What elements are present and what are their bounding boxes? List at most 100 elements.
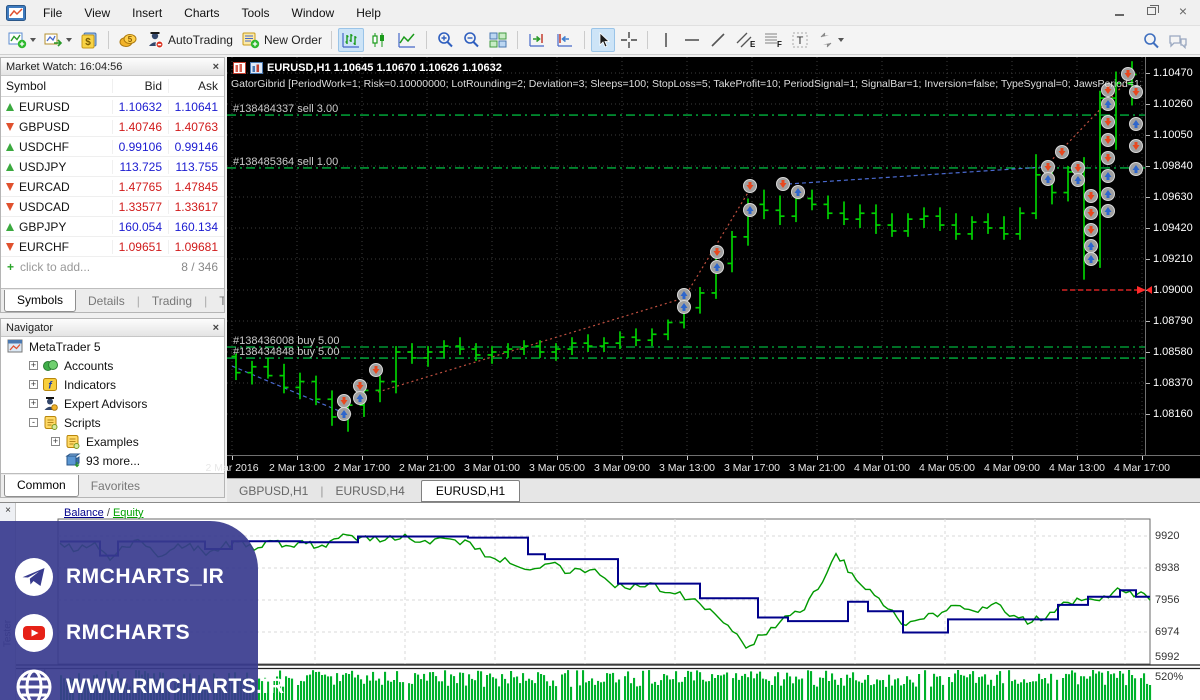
- text-tool-icon: T: [791, 31, 809, 49]
- symbol-cell: USDJPY: [1, 160, 112, 174]
- market-watch-row-usdcad[interactable]: USDCAD1.335771.33617: [1, 197, 224, 217]
- menu-tools[interactable]: Tools: [231, 2, 281, 24]
- more-icon: [64, 453, 81, 468]
- profiles-button[interactable]: [41, 28, 75, 52]
- minimize-button[interactable]: [1106, 2, 1132, 20]
- add-symbol-row[interactable]: + click to add... 8 / 346: [1, 257, 224, 277]
- market-watch-close-icon[interactable]: ×: [213, 61, 219, 73]
- search-button[interactable]: [1139, 29, 1163, 53]
- navigator-item-scripts[interactable]: -Scripts: [1, 413, 224, 432]
- market-watch-row-eurcad[interactable]: EURCAD1.477651.47845: [1, 177, 224, 197]
- chart-tab-gbpusd-h1[interactable]: GBPUSD,H1: [227, 481, 320, 501]
- chart-header: EURUSD,H1 1.10645 1.10670 1.10626 1.1063…: [233, 62, 502, 74]
- cursor-button[interactable]: [591, 28, 615, 52]
- menu-help[interactable]: Help: [345, 2, 392, 24]
- navigator-item-expert-advisors[interactable]: +Expert Advisors: [1, 394, 224, 413]
- price-chart-canvas[interactable]: #138484337 sell 3.00#138485364 sell 1.00…: [227, 57, 1145, 455]
- arrows-tool-button[interactable]: [814, 28, 847, 52]
- text-tool-button[interactable]: T: [788, 28, 812, 52]
- trade-marker: [744, 180, 757, 193]
- auto-scroll-button[interactable]: [552, 28, 578, 52]
- chart-window-icon[interactable]: [233, 62, 246, 74]
- column-bid[interactable]: Bid: [112, 79, 168, 93]
- profiles-icon: [44, 31, 63, 49]
- chart-title-ohlc: EURUSD,H1 1.10645 1.10670 1.10626 1.1063…: [267, 62, 502, 74]
- legend-equity[interactable]: Equity: [113, 507, 144, 519]
- time-axis-label: 3 Mar 17:00: [724, 462, 780, 474]
- chart-tab-eurusd-h1[interactable]: EURUSD,H1: [421, 480, 520, 502]
- menu-view[interactable]: View: [73, 2, 121, 24]
- menu-window[interactable]: Window: [281, 2, 346, 24]
- history-coins-button[interactable]: 5: [115, 28, 141, 52]
- market-watch-row-gbpjpy[interactable]: GBPJPY160.054160.134: [1, 217, 224, 237]
- price-up-arrow-icon: [6, 143, 14, 151]
- autotrading-button[interactable]: AutoTrading: [143, 28, 236, 52]
- market-watch-titlebar[interactable]: Market Watch: 16:04:56 ×: [1, 58, 224, 76]
- line-chart-button[interactable]: [394, 28, 420, 52]
- fibonacci-icon: F: [763, 31, 783, 49]
- price-tick: [1146, 414, 1150, 415]
- legend-balance[interactable]: Balance: [64, 507, 104, 519]
- bar-chart-button[interactable]: [338, 28, 364, 52]
- chat-button[interactable]: [1165, 29, 1191, 53]
- navigator-titlebar[interactable]: Navigator ×: [1, 319, 224, 337]
- restore-button[interactable]: [1138, 2, 1164, 20]
- tab-details[interactable]: Details: [76, 291, 137, 312]
- time-tick: [297, 456, 298, 460]
- zoom-out-button[interactable]: [459, 28, 483, 52]
- candlestick-chart-button[interactable]: [366, 28, 392, 52]
- market-watch-row-gbpusd[interactable]: GBPUSD1.407461.40763: [1, 117, 224, 137]
- market-watch-row-usdchf[interactable]: USDCHF0.991060.99146: [1, 137, 224, 157]
- new-chart-button[interactable]: [5, 28, 39, 52]
- legend-separator: /: [104, 507, 113, 519]
- ask-value: 1.47845: [168, 180, 224, 194]
- navigator-close-icon[interactable]: ×: [213, 322, 219, 334]
- time-axis[interactable]: 2 Mar 20162 Mar 13:002 Mar 17:002 Mar 21…: [227, 455, 1200, 478]
- market-watch-row-eurusd[interactable]: EURUSD1.106321.10641: [1, 97, 224, 117]
- navigator-item-metatrader-5[interactable]: MetaTrader 5: [1, 337, 224, 356]
- price-axis[interactable]: 1.104701.102601.100501.098401.096301.094…: [1145, 57, 1200, 455]
- vertical-line-button[interactable]: [654, 28, 678, 52]
- tile-windows-button[interactable]: [485, 28, 511, 52]
- add-symbol-label: click to add...: [20, 260, 90, 274]
- shift-end-button[interactable]: [524, 28, 550, 52]
- tab-favorites[interactable]: Favorites: [79, 476, 152, 497]
- time-tick: [687, 456, 688, 460]
- tab-symbols[interactable]: Symbols: [4, 290, 76, 312]
- tab-tick[interactable]: Tick: [207, 291, 224, 312]
- price-tick: [1146, 352, 1150, 353]
- market-watch-row-eurchf[interactable]: EURCHF1.096511.09681: [1, 237, 224, 257]
- zoom-in-button[interactable]: [433, 28, 457, 52]
- price-down-arrow-icon: [6, 243, 14, 251]
- menu-charts[interactable]: Charts: [173, 2, 230, 24]
- navigator-item-accounts[interactable]: +Accounts: [1, 356, 224, 375]
- equidistant-channel-button[interactable]: E: [732, 28, 758, 52]
- menu-insert[interactable]: Insert: [121, 2, 173, 24]
- market-watch-row-usdjpy[interactable]: USDJPY113.725113.755: [1, 157, 224, 177]
- close-button[interactable]: ×: [1170, 2, 1196, 20]
- tree-expander-icon[interactable]: -: [29, 418, 38, 427]
- tree-expander-icon[interactable]: +: [29, 380, 38, 389]
- tester-close-icon[interactable]: ×: [2, 505, 14, 517]
- tree-expander-icon[interactable]: +: [29, 399, 38, 408]
- new-order-button[interactable]: New Order: [238, 28, 325, 52]
- tab-common[interactable]: Common: [4, 475, 79, 497]
- horizontal-line-button[interactable]: [680, 28, 704, 52]
- trade-marker: [678, 289, 691, 302]
- menu-file[interactable]: File: [32, 2, 73, 24]
- tree-expander-icon[interactable]: +: [51, 437, 60, 446]
- navigator-item-examples[interactable]: +Examples: [1, 432, 224, 451]
- chart-window-icon-2[interactable]: [250, 62, 263, 74]
- trendline-button[interactable]: [706, 28, 730, 52]
- tree-expander-icon[interactable]: +: [29, 361, 38, 370]
- deposit-button[interactable]: $: [77, 28, 102, 52]
- navigator-item-indicators[interactable]: +fIndicators: [1, 375, 224, 394]
- column-ask[interactable]: Ask: [168, 79, 224, 93]
- column-symbol[interactable]: Symbol: [1, 79, 112, 93]
- chart-tab-eurusd-h4[interactable]: EURUSD,H4: [323, 481, 416, 501]
- navigator-item-93-more-[interactable]: 93 more...: [1, 451, 224, 470]
- crosshair-button[interactable]: [617, 28, 641, 52]
- tab-trading[interactable]: Trading: [140, 291, 204, 312]
- symbol-cell: EURUSD: [1, 100, 112, 114]
- fibonacci-button[interactable]: F: [760, 28, 786, 52]
